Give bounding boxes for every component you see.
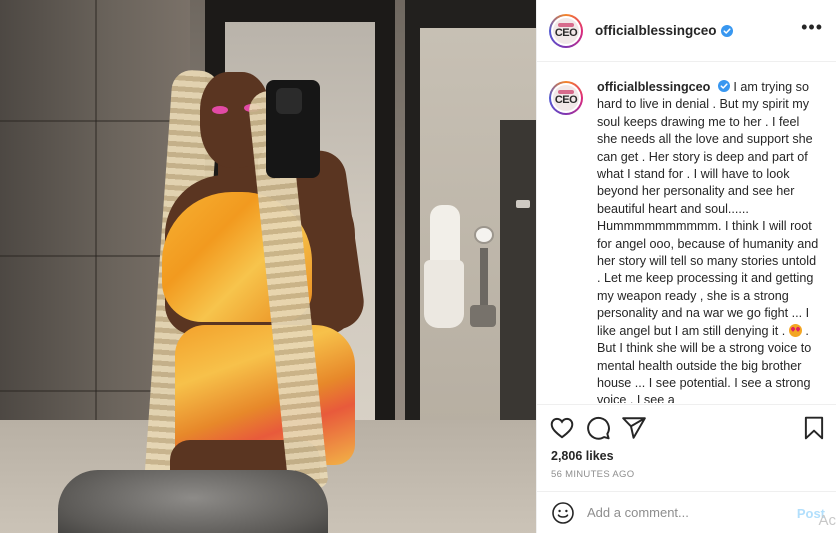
heart-eyes-emoji <box>788 323 802 337</box>
caption-section: CEO officialblessingceo I am trying so h… <box>537 63 836 403</box>
verified-icon <box>720 24 733 37</box>
caption-avatar[interactable]: CEO <box>549 81 583 115</box>
caption: officialblessingceo I am trying so hard … <box>597 79 823 403</box>
avatar-text: CEO <box>554 94 578 106</box>
caption-username[interactable]: officialblessingceo <box>597 80 710 94</box>
action-bar: 2,806 likes 56 MINUTES AGO <box>537 404 836 490</box>
verified-icon <box>717 80 730 92</box>
avatar[interactable]: CEO <box>549 13 583 48</box>
toilet-paper-roll <box>474 226 494 244</box>
stall-partition <box>500 120 536 420</box>
heart-icon[interactable] <box>549 415 575 441</box>
caption-text: I am trying so hard to live in denial . … <box>597 80 819 338</box>
activate-watermark: Ac <box>818 512 836 529</box>
share-icon[interactable] <box>621 415 647 441</box>
phone-camera <box>276 88 302 114</box>
post-sidebar: CEO officialblessingceo ••• CEO official… <box>536 0 836 533</box>
toilet-bowl <box>424 260 464 328</box>
comment-bar: Post <box>537 491 836 533</box>
avatar-text: CEO <box>554 26 578 39</box>
more-options-icon[interactable]: ••• <box>801 18 823 36</box>
post-header: CEO officialblessingceo ••• <box>537 0 836 62</box>
tile-seam <box>95 0 97 420</box>
door-handle <box>516 200 530 208</box>
username-link[interactable]: officialblessingceo <box>595 23 717 38</box>
post-photo[interactable] <box>0 0 536 533</box>
sink-counter <box>58 470 328 533</box>
comment-icon[interactable] <box>585 415 611 441</box>
emoji-icon[interactable] <box>551 501 575 525</box>
comment-input[interactable] <box>587 505 777 520</box>
bookmark-icon[interactable] <box>801 415 827 441</box>
likes-count[interactable]: 2,806 likes <box>551 449 614 463</box>
toilet-brush-holder <box>470 305 496 327</box>
post-timestamp[interactable]: 56 MINUTES AGO <box>551 469 634 480</box>
toilet-tank <box>430 205 460 265</box>
pink-eyeshadow <box>212 106 228 114</box>
